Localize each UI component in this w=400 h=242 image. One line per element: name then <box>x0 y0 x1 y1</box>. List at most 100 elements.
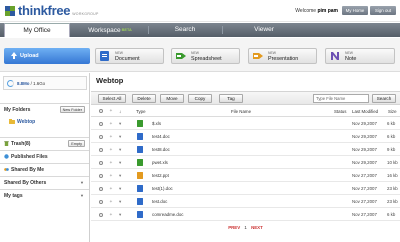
ppt-file-icon <box>137 172 143 179</box>
file-size: 6 kb <box>387 134 396 139</box>
tab-search[interactable]: Search <box>150 23 220 37</box>
new-document-label: Document <box>115 56 140 62</box>
table-row[interactable]: ✦ ▾ $.xls Nov 29,2007 6 kb <box>91 118 400 130</box>
current-page[interactable]: 1 <box>244 225 246 230</box>
new-presentation-button[interactable]: NEW Presentation <box>248 48 317 64</box>
my-folders-section: My Folders New Folder Webtop <box>0 103 89 133</box>
star-icon[interactable]: ✦ <box>109 173 113 179</box>
tab-workspace[interactable]: WorkspaceBETA <box>74 23 146 37</box>
star-icon[interactable]: ✦ <box>109 160 113 166</box>
folder-item-webtop[interactable]: Webtop <box>8 117 38 126</box>
star-icon[interactable]: ✦ <box>109 186 113 192</box>
sort-icon[interactable]: ↓ <box>119 109 121 114</box>
table-row[interactable]: ✦ ▾ test4.doc Nov 29,2007 6 kb <box>91 131 400 143</box>
star-icon[interactable]: ✦ <box>109 147 113 153</box>
my-tags-row[interactable]: My tags ▼ <box>0 189 89 201</box>
file-size: 23 kb <box>387 186 398 191</box>
col-status[interactable]: Status <box>334 109 346 114</box>
table-row[interactable]: ✦ ▾ test.doc Nov 27,2007 23 kb <box>91 196 400 208</box>
published-icon <box>4 154 9 159</box>
empty-trash-button[interactable]: Empty <box>68 140 85 147</box>
row-checkbox[interactable] <box>99 148 103 152</box>
col-file-name[interactable]: File Name <box>231 109 251 114</box>
table-row[interactable]: ✦ ▾ test2.ppt Nov 27,2007 16 kb <box>91 170 400 182</box>
row-checkbox[interactable] <box>99 135 103 139</box>
file-name[interactable]: test2.ppt <box>152 173 169 178</box>
chevron-down-icon[interactable]: ▼ <box>80 193 84 198</box>
search-button[interactable]: Search <box>372 94 396 103</box>
upload-button[interactable]: Upload <box>4 48 90 64</box>
row-menu-icon[interactable]: ▾ <box>119 173 121 179</box>
published-files-row[interactable]: Published Files <box>0 150 89 162</box>
star-icon[interactable]: ✦ <box>109 212 113 218</box>
my-folders-title: My Folders <box>4 107 31 113</box>
star-icon[interactable]: ✦ <box>109 134 113 140</box>
row-checkbox[interactable] <box>99 200 103 204</box>
file-search-input[interactable] <box>313 94 369 103</box>
col-last-modified[interactable]: Last Modified <box>352 109 378 114</box>
col-type[interactable]: Type <box>136 109 146 114</box>
file-name[interactable]: $.xls <box>152 121 161 126</box>
new-folder-button[interactable]: New Folder <box>59 106 85 113</box>
file-modified: Nov 29,2007 <box>352 160 377 165</box>
file-name[interactable]: test(1).doc <box>152 186 173 191</box>
star-column-icon: ✦ <box>109 108 113 113</box>
select-all-button[interactable]: Select All <box>98 94 126 103</box>
shared-by-me-row[interactable]: Shared By Me <box>0 163 89 175</box>
tab-my-office[interactable]: My Office <box>4 23 70 37</box>
user-name: pim pam <box>317 8 338 14</box>
file-name[interactable]: test4.doc <box>152 134 170 139</box>
tag-button[interactable]: Tag <box>219 94 243 103</box>
logo[interactable]: thinkfree WORKGROUP <box>4 3 99 18</box>
delete-button[interactable]: Delete <box>132 94 156 103</box>
row-checkbox[interactable] <box>99 161 103 165</box>
beta-badge: BETA <box>121 28 132 32</box>
row-menu-icon[interactable]: ▾ <box>119 160 121 166</box>
row-menu-icon[interactable]: ▾ <box>119 147 121 153</box>
file-table-header: ✦ ↓ Type File Name Status Last Modified … <box>91 106 400 117</box>
brand-name: thinkfree <box>18 3 71 18</box>
shared-by-others-label: Shared By Others <box>4 180 47 186</box>
doc-file-icon <box>137 146 143 153</box>
file-name[interactable]: test8.doc <box>152 147 170 152</box>
my-home-button[interactable]: My Home <box>342 6 368 15</box>
row-menu-icon[interactable]: ▾ <box>119 199 121 205</box>
table-row[interactable]: ✦ ▾ test8.doc Nov 29,2007 9 kb <box>91 144 400 156</box>
table-row[interactable]: ✦ ▾ pwet.xls Nov 29,2007 10 kb <box>91 157 400 169</box>
folder-icon <box>9 118 15 124</box>
new-prefix: NEW <box>345 51 353 55</box>
col-size[interactable]: Size <box>388 109 397 114</box>
next-page-button[interactable]: NEXT <box>251 225 263 230</box>
chevron-down-icon[interactable]: ▼ <box>80 180 84 185</box>
new-presentation-label: Presentation <box>268 56 299 62</box>
star-icon[interactable]: ✦ <box>109 121 113 127</box>
row-checkbox[interactable] <box>99 174 103 178</box>
file-name[interactable]: pwet.xls <box>152 160 168 165</box>
row-checkbox[interactable] <box>99 187 103 191</box>
row-checkbox[interactable] <box>99 213 103 217</box>
copy-button[interactable]: Copy <box>188 94 212 103</box>
new-spreadsheet-button[interactable]: NEW Spreadsheet <box>171 48 240 64</box>
tab-viewer[interactable]: Viewer <box>224 23 304 37</box>
select-all-checkbox[interactable] <box>99 109 103 113</box>
table-row[interactable]: ✦ ▾ test(1).doc Nov 27,2007 23 kb <box>91 183 400 195</box>
new-note-label: Note <box>345 56 357 62</box>
file-name[interactable]: comreadme.doc <box>152 212 183 217</box>
trash-row[interactable]: Trash(8) Empty <box>0 137 89 149</box>
row-menu-icon[interactable]: ▾ <box>119 121 121 127</box>
new-document-button[interactable]: NEW Document <box>95 48 164 64</box>
row-menu-icon[interactable]: ▾ <box>119 186 121 192</box>
move-button[interactable]: Move <box>160 94 184 103</box>
sign-out-button[interactable]: Sign out <box>370 6 396 15</box>
new-prefix: NEW <box>268 51 276 55</box>
row-menu-icon[interactable]: ▾ <box>119 134 121 140</box>
file-size: 10 kb <box>387 160 398 165</box>
shared-by-others-row[interactable]: Shared By Others ▼ <box>0 176 89 188</box>
new-note-button[interactable]: NEW Note <box>325 48 395 64</box>
prev-page-button[interactable]: PREV <box>228 225 240 230</box>
table-row[interactable]: ✦ ▾ comreadme.doc Nov 27,2007 6 kb <box>91 209 400 221</box>
file-name[interactable]: test.doc <box>152 199 167 204</box>
row-menu-icon[interactable]: ▾ <box>119 212 121 218</box>
star-icon[interactable]: ✦ <box>109 199 113 205</box>
row-checkbox[interactable] <box>99 122 103 126</box>
